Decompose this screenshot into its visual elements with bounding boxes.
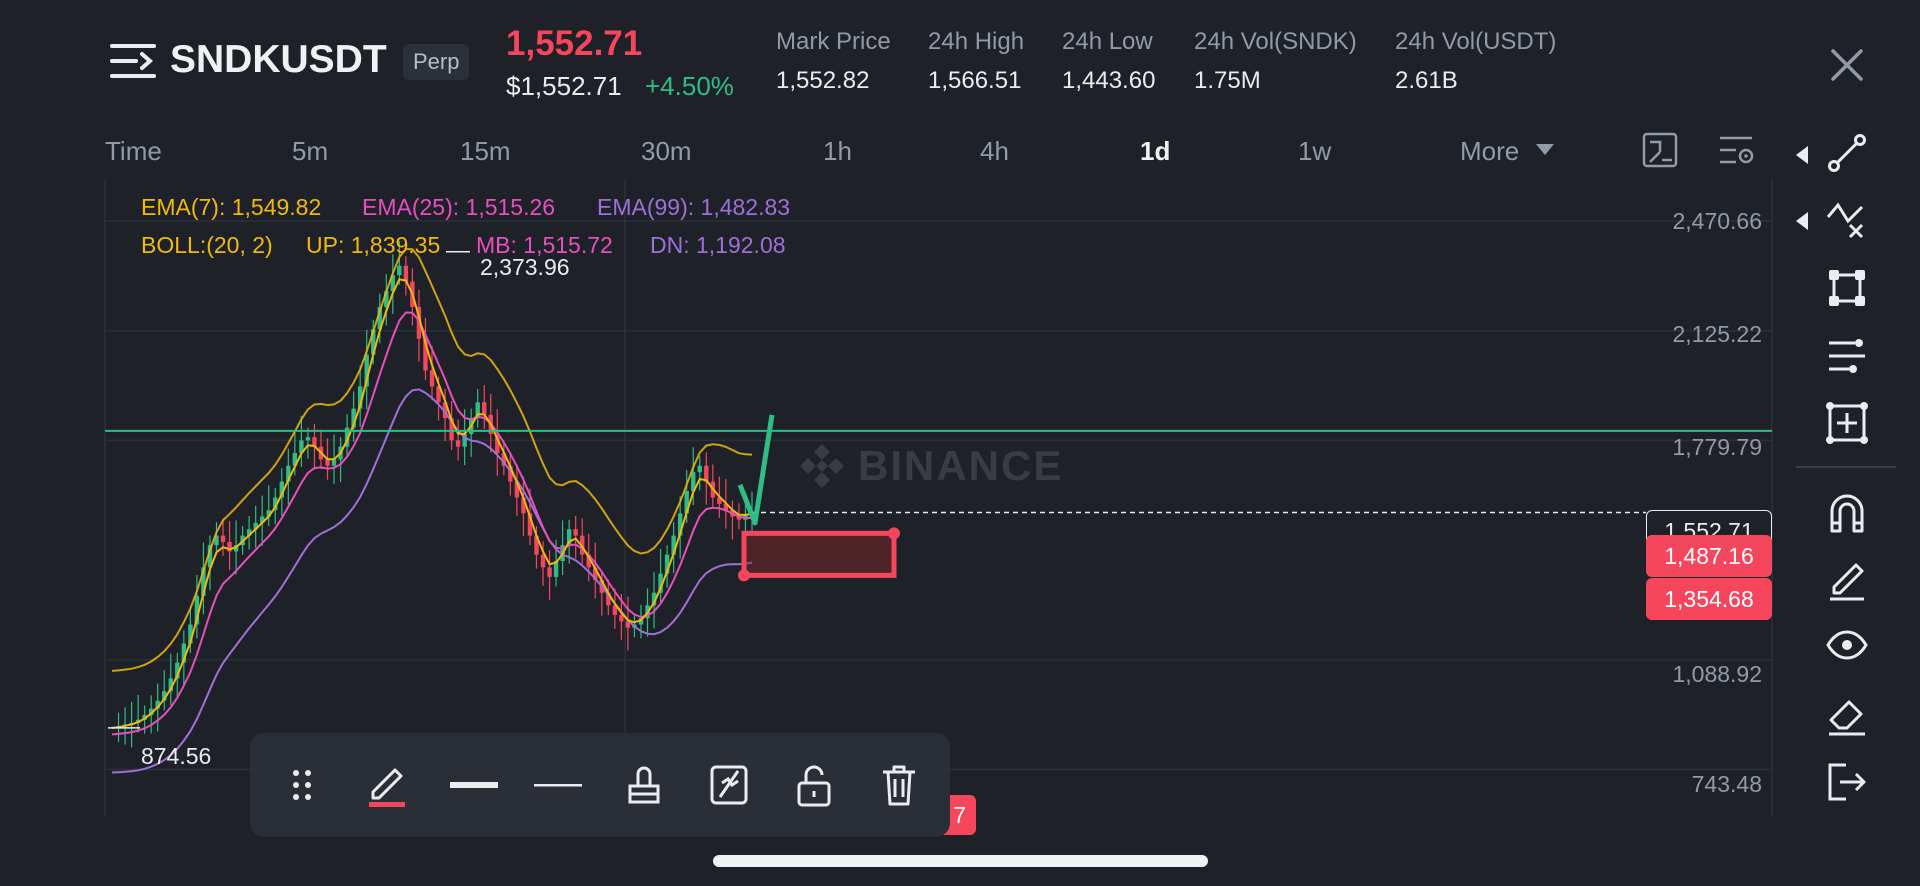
home-indicator (713, 855, 1208, 867)
high-price-label: 2,373.96 (480, 254, 570, 280)
trash-icon[interactable] (873, 759, 925, 811)
drag-handle-icon[interactable] (276, 759, 328, 811)
trend-line-icon[interactable] (1820, 126, 1874, 180)
candle-body (697, 465, 702, 473)
candle-body (397, 265, 402, 276)
exit-icon[interactable] (1820, 755, 1874, 809)
ema25-label: EMA(25): 1,515.26 (362, 194, 556, 220)
ema99-label: EMA(99): 1,482.83 (597, 194, 791, 220)
candle-body (482, 402, 487, 415)
binance-logo-icon (800, 444, 844, 488)
candles (116, 240, 755, 748)
unlock-icon[interactable] (788, 759, 840, 811)
boll-up-label: UP: 1,839.35 (306, 232, 441, 258)
axis-tick: 1,779.79 (1672, 434, 1762, 460)
measure-icon[interactable] (1820, 396, 1874, 450)
thick-line-icon[interactable] (448, 759, 500, 811)
ema7-label: EMA(7): 1,549.82 (141, 194, 322, 220)
thin-line-icon[interactable] (532, 759, 584, 811)
pencil-icon[interactable] (1820, 552, 1874, 606)
magnet-off-icon[interactable] (703, 759, 755, 811)
drawing-toolbox (250, 733, 950, 837)
candle-body (455, 440, 461, 447)
parallel-lines-icon[interactable] (1820, 329, 1874, 383)
toolbar-divider (1796, 466, 1896, 468)
axis-tick: 2,470.66 (1672, 208, 1762, 234)
low-price-label: 874.56 (141, 743, 212, 769)
chart-grid (104, 180, 1773, 815)
rectangle-icon[interactable] (1820, 261, 1874, 315)
eye-icon[interactable] (1820, 618, 1874, 672)
magnet-icon[interactable] (1820, 486, 1874, 540)
candle-body (429, 370, 435, 387)
rectangle-drawing (741, 530, 897, 578)
axis-tick: 2,125.22 (1672, 321, 1762, 347)
pencil-color-icon[interactable] (361, 759, 413, 811)
indicator-lines (111, 247, 753, 774)
candle-body (573, 529, 578, 536)
ema99-line (111, 388, 753, 774)
rectangle-handle (738, 569, 750, 582)
boll-dn-label: DN: 1,192.08 (650, 232, 786, 258)
candle-body (547, 567, 552, 577)
box-top-price-tag: 1,487.16 (1646, 535, 1772, 577)
candle-body (305, 437, 311, 441)
candle-body (325, 459, 330, 466)
fib-icon[interactable] (1820, 193, 1874, 247)
rectangle-handle (888, 527, 900, 540)
boll-label: BOLL:(20, 2) (141, 232, 273, 258)
binance-watermark: BINANCE (796, 440, 1063, 492)
candle-body (220, 535, 226, 542)
box-bottom-price-tag: 1,354.68 (1646, 578, 1772, 620)
axis-tick: 1,088.92 (1672, 661, 1762, 687)
expand-left-icon[interactable] (1796, 212, 1810, 235)
expand-left-icon[interactable] (1796, 146, 1810, 169)
paint-bucket-icon[interactable] (618, 759, 670, 811)
candle-body (403, 265, 409, 282)
eraser-icon[interactable] (1820, 688, 1874, 742)
axis-tick: 743.48 (1691, 771, 1762, 797)
watermark-text: BINANCE (858, 442, 1064, 489)
candle-body (331, 459, 337, 466)
